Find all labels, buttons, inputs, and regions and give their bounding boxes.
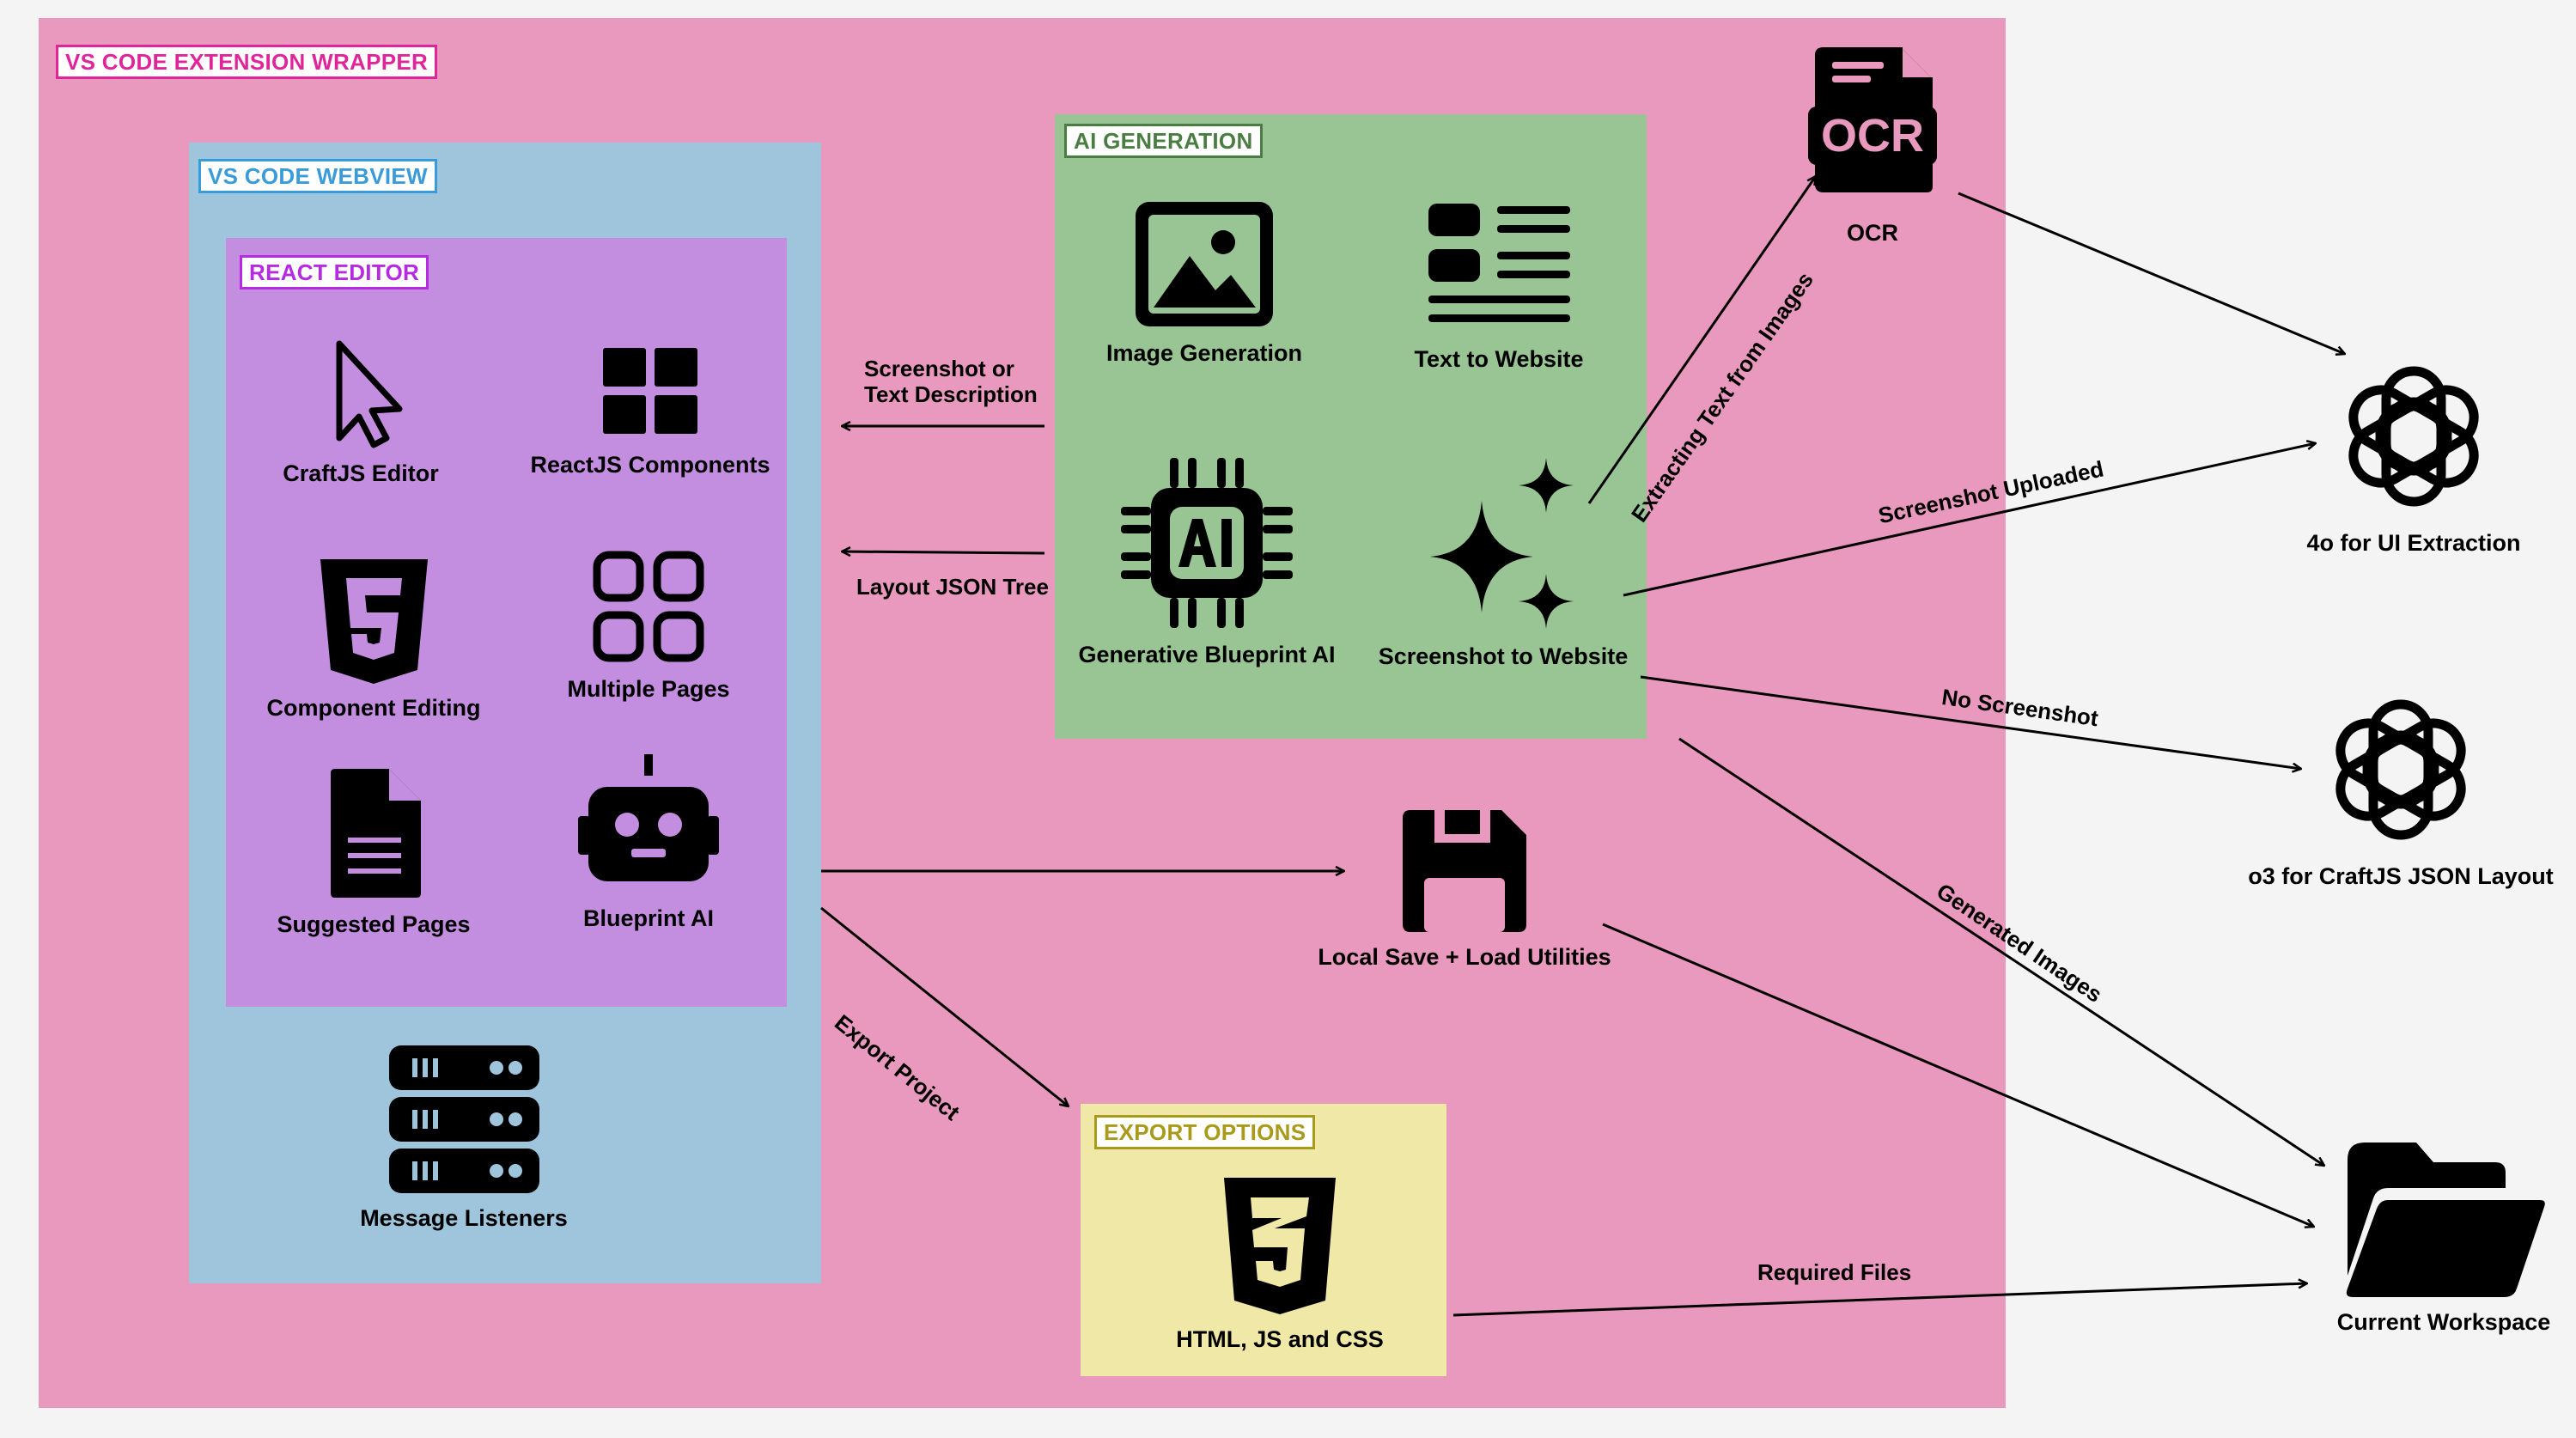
generative-blueprint-ai-node: Generative Blueprint AI [1069, 454, 1344, 668]
ocr-icon: OCR [1808, 47, 1937, 192]
text-to-website-node: Text to Website [1374, 199, 1623, 373]
blueprint-ai-node: Blueprint AI [541, 754, 756, 932]
robot-icon [578, 754, 719, 881]
edge-required-files [1452, 1283, 2307, 1317]
gpt-4o-label: 4o for UI Extraction [2306, 530, 2521, 556]
multiple-pages-node: Multiple Pages [541, 546, 756, 703]
local-save-label: Local Save + Load Utilities [1318, 944, 1611, 970]
html5-icon [320, 559, 428, 684]
screenshot-to-website-label: Screenshot to Website [1378, 643, 1629, 669]
craftjs-editor-node: CraftJS Editor [258, 335, 464, 487]
edge-label-required-files: Required Files [1757, 1259, 1912, 1285]
floppy-icon [1403, 810, 1526, 932]
o3-node: o3 for CraftJS JSON Layout [2242, 692, 2560, 890]
screenshot-to-website-node: Screenshot to Website [1366, 454, 1641, 670]
pages-grid-icon [593, 551, 704, 662]
suggested-pages-node: Suggested Pages [258, 765, 490, 938]
suggested-pages-label: Suggested Pages [277, 911, 471, 937]
message-listeners-label: Message Listeners [360, 1205, 568, 1231]
blueprint-ai-label: Blueprint AI [583, 905, 714, 931]
openai-icon [2348, 366, 2479, 507]
local-save-node: Local Save + Load Utilities [1306, 807, 1623, 971]
image-icon [1136, 202, 1273, 326]
svg-text:OCR: OCR [1821, 110, 1924, 161]
ocr-node: OCR OCR [1787, 45, 1958, 247]
message-listeners-node: Message Listeners [352, 1041, 575, 1232]
edge-screenshot-uploaded [1623, 443, 2316, 597]
generative-blueprint-ai-label: Generative Blueprint AI [1078, 642, 1336, 667]
current-workspace-label: Current Workspace [2336, 1309, 2551, 1335]
text-to-website-label: Text to Website [1414, 346, 1584, 372]
ai-chip-icon [1121, 458, 1293, 628]
current-workspace-node: Current Workspace [2319, 1138, 2568, 1336]
component-editing-node: Component Editing [258, 557, 490, 722]
reactjs-components-label: ReactJS Components [530, 452, 770, 478]
folder-icon [2346, 1142, 2545, 1297]
css3-icon [1224, 1178, 1336, 1314]
craftjs-editor-label: CraftJS Editor [283, 460, 439, 486]
edge-generated-images [1678, 737, 2324, 1166]
openai-icon [2335, 699, 2466, 840]
gpt-4o-node: 4o for UI Extraction [2285, 359, 2543, 557]
edge-ai-to-webview-layout [842, 551, 1045, 553]
document-icon [331, 769, 421, 898]
grid-icon [603, 348, 697, 434]
ocr-label: OCR [1847, 220, 1898, 246]
server-icon [388, 1045, 539, 1193]
multiple-pages-label: Multiple Pages [567, 676, 730, 702]
o3-label: o3 for CraftJS JSON Layout [2248, 863, 2554, 889]
sparkles-icon [1430, 458, 1574, 629]
cursor-icon [336, 340, 403, 448]
text-layout-icon [1428, 204, 1570, 322]
html-js-css-label: HTML, JS and CSS [1176, 1326, 1384, 1352]
image-generation-label: Image Generation [1105, 340, 1303, 366]
edge-ocr-to-4o [1958, 192, 2345, 354]
edge-label-layout-json: Layout JSON Tree [856, 574, 1049, 600]
edge-label-screenshot-or-text: Screenshot or Text Description [864, 356, 1038, 407]
html-js-css-node: HTML, JS and CSS [1151, 1175, 1409, 1353]
reactjs-components-node: ReactJS Components [526, 339, 775, 478]
edge-local-save-to-workspace [1602, 923, 2314, 1227]
edge-export-project [820, 906, 1069, 1106]
component-editing-label: Component Editing [266, 695, 481, 721]
image-generation-node: Image Generation [1084, 198, 1325, 367]
